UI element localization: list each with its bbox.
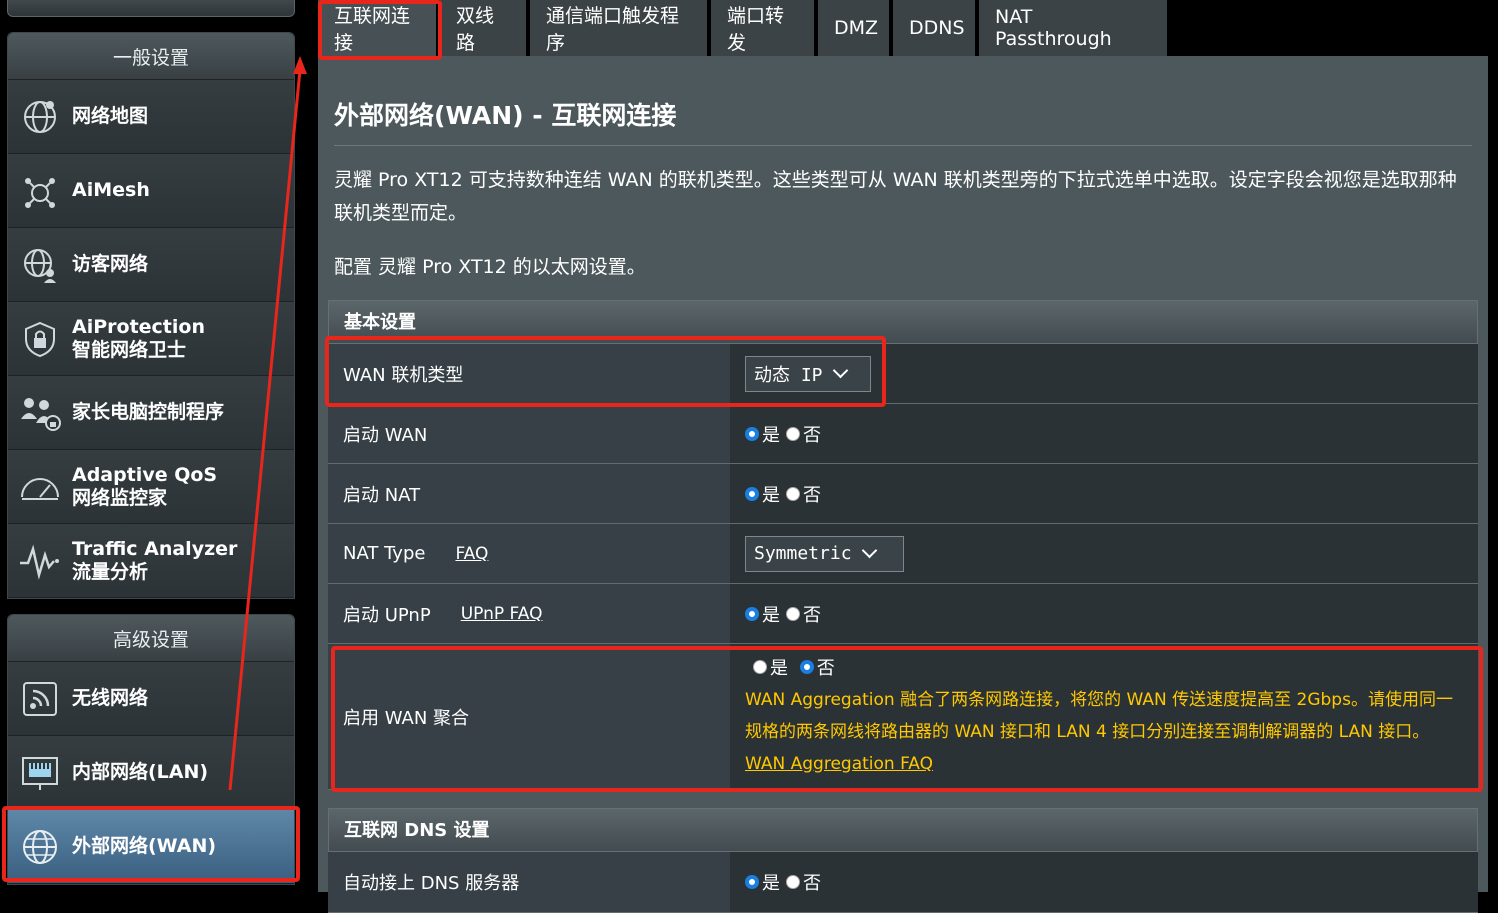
sidebar-item-label: Adaptive QoS [72, 463, 218, 486]
settings-table: 基本设置 WAN 联机类型 动态 IP 启动 WAN 是 否 启动 NAT 是 … [328, 300, 1478, 913]
traffic-wave-icon [18, 539, 62, 583]
enable-upnp-label: 启动 UPnP [343, 604, 431, 626]
general-settings-header: 一般设置 [8, 33, 294, 80]
enable-nat-label: 启动 NAT [328, 464, 730, 523]
wireless-icon [18, 677, 62, 721]
tab-internet-connection[interactable]: 互联网连接 [318, 0, 436, 56]
wan-aggregation-label: 启用 WAN 聚合 [328, 644, 730, 789]
tab-ddns[interactable]: DDNS [893, 0, 975, 56]
sidebar-item-label: Traffic Analyzer [72, 537, 238, 560]
enable-wan-label: 启动 WAN [328, 404, 730, 463]
sidebar-item-label: 访客网络 [72, 253, 149, 275]
sidebar-item-label: AiProtection [72, 315, 205, 338]
row-nat-type: NAT Type FAQ Symmetric [328, 524, 1478, 584]
sidebar-item-label: 无线网络 [72, 687, 149, 709]
nat-type-select[interactable]: Symmetric [745, 535, 904, 572]
sidebar: 一般设置 网络地图 AiMesh 访客网络 AiProtection 智能网络卫… [0, 0, 300, 892]
aimesh-icon [18, 169, 62, 213]
page-title: 外部网络(WAN) - 互联网连接 [334, 101, 677, 130]
enable-nat-no-radio[interactable]: 否 [786, 481, 821, 507]
tab-port-forwarding[interactable]: 端口转发 [711, 0, 814, 56]
row-enable-nat: 启动 NAT 是 否 [328, 464, 1478, 524]
page-description: 灵耀 Pro XT12 可支持数种连结 WAN 的联机类型。这些类型可从 WAN… [334, 169, 1457, 224]
dns-auto-label: 自动接上 DNS 服务器 [328, 852, 730, 912]
sidebar-item-aimesh[interactable]: AiMesh [8, 154, 294, 228]
wan-type-label: WAN 联机类型 [328, 344, 730, 403]
dns-settings-header: 互联网 DNS 设置 [328, 808, 1478, 852]
sidebar-item-adaptive-qos[interactable]: Adaptive QoS 网络监控家 [8, 450, 294, 524]
sidebar-item-label: 家长电脑控制程序 [72, 401, 225, 423]
nat-type-value: Symmetric [754, 543, 852, 564]
sidebar-item-label: AiMesh [72, 179, 150, 201]
nat-type-faq-link[interactable]: FAQ [455, 544, 488, 564]
sidebar-item-wireless[interactable]: 无线网络 [8, 662, 294, 736]
title-divider [334, 145, 1472, 146]
wan-aggregation-note: WAN Aggregation 融合了两条网路连接，将您的 WAN 传送速度提高… [745, 689, 1453, 742]
sidebar-item-label: 内部网络(LAN) [72, 761, 209, 783]
lan-port-icon [18, 751, 62, 795]
sidebar-item-guest-network[interactable]: 访客网络 [8, 228, 294, 302]
basic-settings-header: 基本设置 [328, 300, 1478, 344]
sidebar-item-sublabel: 流量分析 [72, 560, 149, 583]
enable-wan-no-radio[interactable]: 否 [786, 421, 821, 447]
row-enable-upnp: 启动 UPnP UPnP FAQ 是 否 [328, 584, 1478, 644]
upnp-faq-link[interactable]: UPnP FAQ [461, 604, 543, 624]
enable-wan-yes-radio[interactable]: 是 [745, 421, 780, 447]
enable-upnp-no-radio[interactable]: 否 [786, 601, 821, 627]
enable-upnp-yes-radio[interactable]: 是 [745, 601, 780, 627]
sidebar-item-wan[interactable]: 外部网络(WAN) [8, 810, 294, 884]
dns-auto-no-radio[interactable]: 否 [786, 869, 821, 895]
globe-network-icon [18, 95, 62, 139]
wan-type-select[interactable]: 动态 IP [745, 355, 871, 392]
speedometer-icon [18, 465, 62, 509]
sidebar-item-network-map[interactable]: 网络地图 [8, 80, 294, 154]
advanced-settings-group: 高级设置 无线网络 内部网络(LAN) 外部网络(WAN) [7, 614, 295, 885]
sidebar-top-strip [7, 0, 295, 17]
sidebar-item-label: 网络地图 [72, 105, 149, 127]
advanced-settings-header: 高级设置 [8, 615, 294, 662]
main-panel: 外部网络(WAN) - 互联网连接 灵耀 Pro XT12 可支持数种连结 WA… [318, 56, 1488, 913]
sidebar-item-aiprotection[interactable]: AiProtection 智能网络卫士 [8, 302, 294, 376]
sidebar-item-traffic-analyzer[interactable]: Traffic Analyzer 流量分析 [8, 524, 294, 598]
enable-nat-yes-radio[interactable]: 是 [745, 481, 780, 507]
sidebar-item-parental-control[interactable]: 家长电脑控制程序 [8, 376, 294, 450]
wan-type-value: 动态 IP [754, 364, 823, 386]
wan-aggregation-no-radio[interactable]: 否 [799, 654, 835, 680]
page-description-secondary: 配置 灵耀 Pro XT12 的以太网设置。 [334, 256, 646, 278]
row-wan-type: WAN 联机类型 动态 IP [328, 344, 1478, 404]
row-wan-aggregation: 启用 WAN 聚合 是 否 WAN Aggregation 融合了两条网路连接，… [328, 644, 1478, 790]
sidebar-item-sublabel: 网络监控家 [72, 486, 168, 509]
chevron-down-icon [861, 542, 877, 559]
family-users-icon [18, 391, 62, 435]
guest-network-icon [18, 243, 62, 287]
tab-bar: 互联网连接 双线路 通信端口触发程序 端口转发 DMZ DDNS NAT Pas… [318, 0, 1171, 56]
tab-nat-passthrough[interactable]: NAT Passthrough [979, 0, 1167, 56]
wan-aggregation-yes-radio[interactable]: 是 [753, 654, 788, 680]
sidebar-item-lan[interactable]: 内部网络(LAN) [8, 736, 294, 810]
general-settings-group: 一般设置 网络地图 AiMesh 访客网络 AiProtection 智能网络卫… [7, 32, 295, 599]
wan-globe-icon [18, 825, 62, 869]
wan-aggregation-faq-link[interactable]: WAN Aggregation FAQ [745, 754, 933, 774]
sidebar-item-sublabel: 智能网络卫士 [72, 338, 187, 361]
dns-auto-yes-radio[interactable]: 是 [745, 869, 780, 895]
chevron-down-icon [832, 362, 848, 379]
tab-dual-wan[interactable]: 双线路 [440, 0, 526, 56]
nat-type-label: NAT Type [343, 543, 426, 564]
shield-lock-icon [18, 317, 62, 361]
tab-port-trigger[interactable]: 通信端口触发程序 [530, 0, 707, 56]
row-enable-wan: 启动 WAN 是 否 [328, 404, 1478, 464]
tab-dmz[interactable]: DMZ [818, 0, 889, 56]
row-dns-auto: 自动接上 DNS 服务器 是 否 [328, 852, 1478, 913]
sidebar-item-label: 外部网络(WAN) [72, 835, 217, 857]
